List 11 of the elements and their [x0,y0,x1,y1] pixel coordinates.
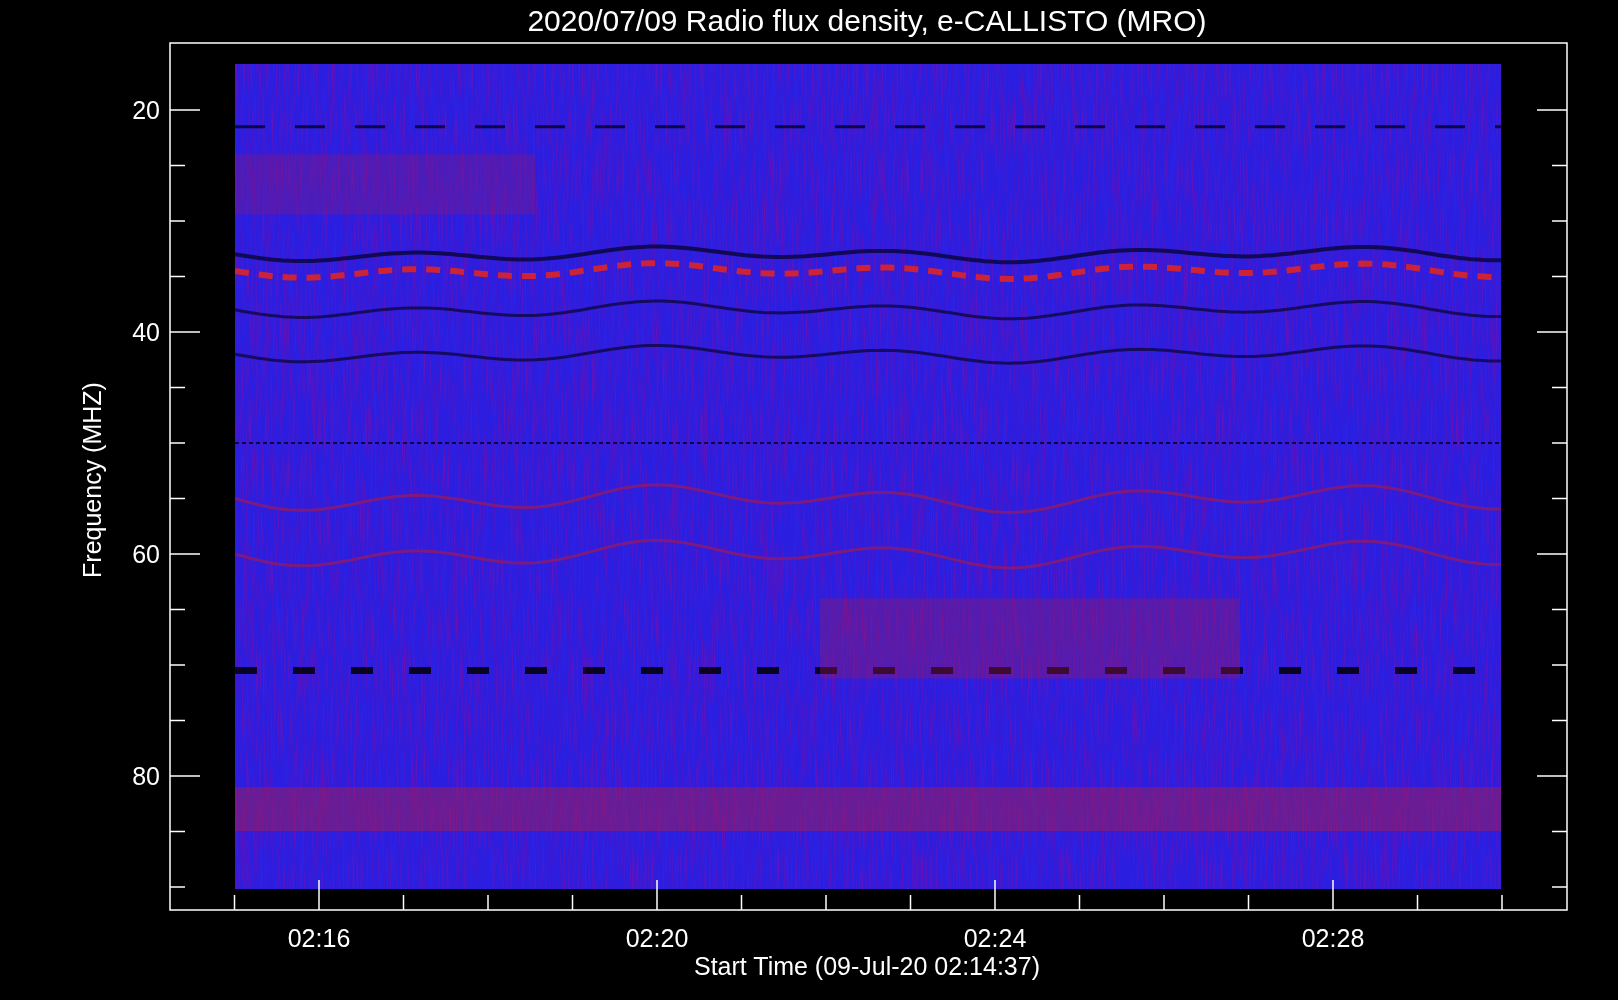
x-tick-label: 02:16 [287,924,351,952]
y-tick-label: 40 [132,318,160,346]
y-tick-label: 20 [132,96,160,124]
y-tick-label: 80 [132,762,160,790]
y-tick-label: 60 [132,540,160,568]
x-tick-label: 02:20 [625,924,689,952]
chart-title: 2020/07/09 Radio flux density, e-CALLISTO (MRO) [527,4,1207,37]
x-tick-label: 02:24 [963,924,1027,952]
x-axis-label: Start Time (09-Jul-20 02:14:37) [694,952,1040,980]
y-axis-label: Frequency (MHZ) [78,382,106,578]
x-tick-label: 02:28 [1301,924,1365,952]
